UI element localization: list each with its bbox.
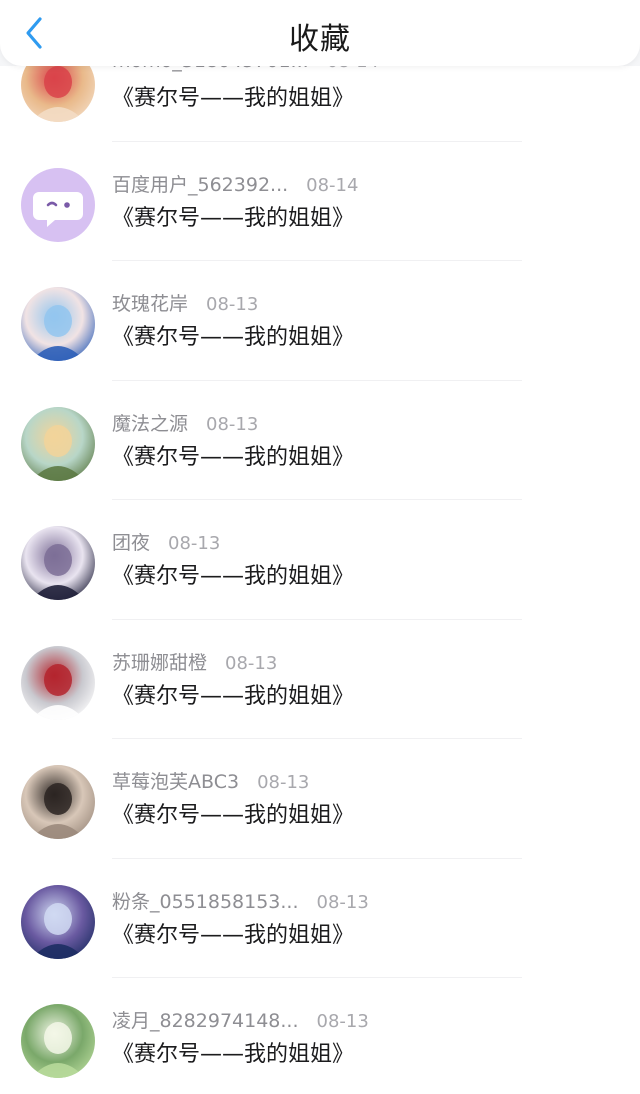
list-item[interactable]: 草莓泡芙ABC3 08-13 《赛尔号——我的姐姐》	[0, 739, 640, 859]
book-title[interactable]: 《赛尔号——我的姐姐》	[112, 1036, 354, 1068]
top-bar: 收藏	[0, 0, 640, 66]
book-title[interactable]: 《赛尔号——我的姐姐》	[112, 200, 354, 232]
list-item[interactable]: 苏珊娜甜橙 08-13 《赛尔号——我的姐姐》	[0, 620, 640, 739]
timestamp: 08-13	[206, 413, 259, 435]
list-item[interactable]: 团夜 08-13 《赛尔号——我的姐姐》	[0, 500, 640, 620]
avatar[interactable]	[21, 765, 95, 839]
book-title[interactable]: 《赛尔号——我的姐姐》	[112, 678, 354, 710]
username[interactable]: 团夜	[112, 528, 150, 555]
item-meta: 凌月_8282974148... 08-13	[112, 1006, 369, 1034]
username[interactable]: 玫瑰花岸	[112, 289, 188, 316]
avatar[interactable]	[21, 884, 95, 959]
item-meta: 魔法之源 08-13	[112, 409, 258, 437]
avatar[interactable]	[21, 406, 95, 481]
username[interactable]: 苏珊娜甜橙	[112, 648, 207, 675]
timestamp: 08-13	[206, 294, 259, 315]
username[interactable]: 草莓泡芙ABC3	[112, 767, 239, 794]
avatar[interactable]	[21, 66, 95, 122]
book-title[interactable]: 《赛尔号——我的姐姐》	[112, 319, 354, 351]
item-meta: momo_318045701... 08-14	[112, 66, 379, 78]
book-title[interactable]: 《赛尔号——我的姐姐》	[112, 797, 354, 829]
avatar[interactable]	[21, 167, 95, 242]
timestamp: 08-14	[306, 174, 359, 196]
favorites-list[interactable]: momo_318045701... 08-14 《赛尔号——我的姐姐》 百度用户…	[0, 66, 640, 1094]
list-item[interactable]: 粉条_0551858153... 08-13 《赛尔号——我的姐姐》	[0, 859, 640, 978]
avatar[interactable]	[21, 526, 95, 600]
item-meta: 粉条_0551858153... 08-13	[112, 887, 369, 915]
book-title[interactable]: 《赛尔号——我的姐姐》	[112, 917, 354, 949]
list-item[interactable]: 凌月_8282974148... 08-13 《赛尔号——我的姐姐》	[0, 978, 640, 1094]
item-meta: 百度用户_562392... 08-14	[112, 170, 358, 198]
timestamp: 08-13	[168, 533, 221, 554]
page-title: 收藏	[289, 22, 351, 57]
list-item[interactable]: momo_318045701... 08-14 《赛尔号——我的姐姐》	[0, 66, 640, 142]
username[interactable]: 魔法之源	[112, 409, 188, 436]
username[interactable]: 百度用户_562392...	[112, 170, 288, 197]
timestamp: 08-14	[327, 66, 379, 72]
item-meta: 苏珊娜甜橙 08-13	[112, 648, 277, 676]
list-item[interactable]: 百度用户_562392... 08-14 《赛尔号——我的姐姐》	[0, 142, 640, 261]
book-title[interactable]: 《赛尔号——我的姐姐》	[112, 558, 354, 590]
item-meta: 团夜 08-13	[112, 528, 220, 556]
avatar[interactable]	[21, 287, 95, 361]
timestamp: 08-13	[316, 1011, 369, 1032]
timestamp: 08-13	[257, 772, 310, 793]
avatar[interactable]	[21, 1004, 95, 1078]
avatar[interactable]	[21, 645, 95, 720]
list-item[interactable]: 魔法之源 08-13 《赛尔号——我的姐姐》	[0, 381, 640, 500]
item-meta: 玫瑰花岸 08-13	[112, 289, 258, 317]
item-meta: 草莓泡芙ABC3 08-13	[112, 767, 309, 795]
username[interactable]: momo_318045701...	[112, 66, 309, 72]
book-title[interactable]: 《赛尔号——我的姐姐》	[112, 80, 354, 112]
timestamp: 08-13	[225, 652, 278, 674]
list-item[interactable]: 玫瑰花岸 08-13 《赛尔号——我的姐姐》	[0, 261, 640, 381]
username[interactable]: 凌月_8282974148...	[112, 1006, 299, 1033]
username[interactable]: 粉条_0551858153...	[112, 887, 299, 914]
timestamp: 08-13	[316, 891, 369, 913]
book-title[interactable]: 《赛尔号——我的姐姐》	[112, 439, 354, 471]
